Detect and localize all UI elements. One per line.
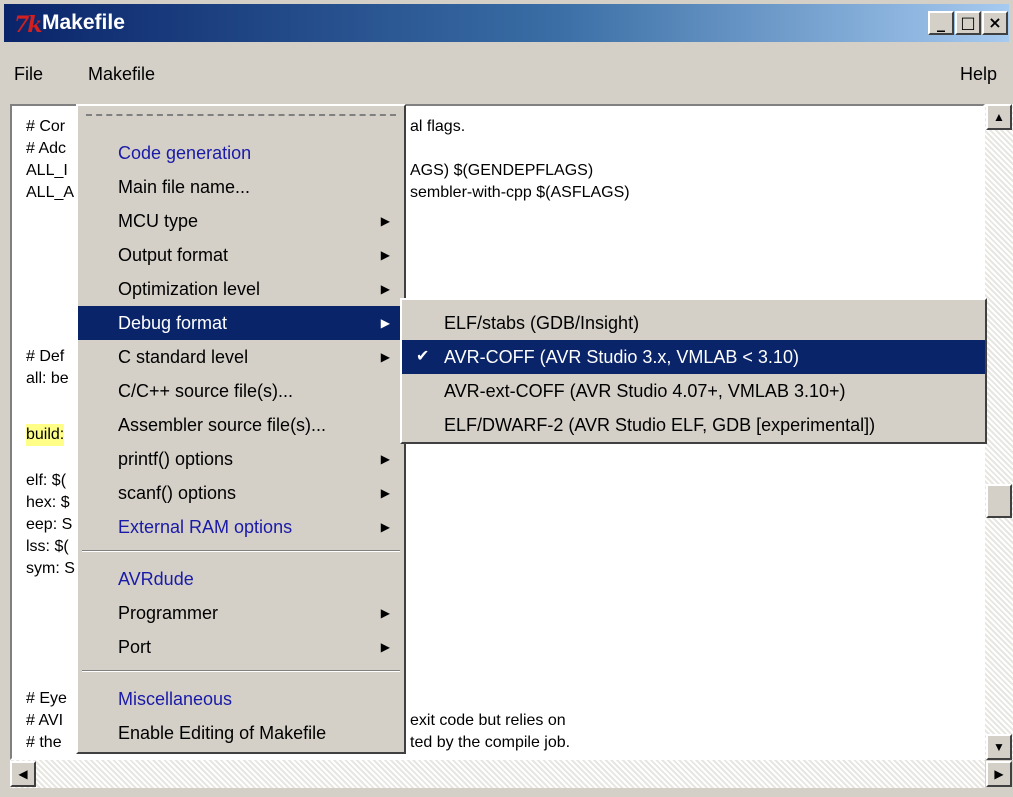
editor-line: sym: S xyxy=(26,560,75,577)
menu-item-port[interactable]: Port ▶ xyxy=(78,630,404,664)
menu-item-output-format[interactable]: Output format ▶ xyxy=(78,238,404,272)
editor-line-fragment: ted by the compile job. xyxy=(410,734,571,751)
editor-line: # Cor xyxy=(26,118,66,135)
close-icon: × xyxy=(988,13,1002,32)
menu-item-label: Port xyxy=(118,637,152,657)
editor-line: # Eye xyxy=(26,690,67,707)
menu-makefile[interactable]: Makefile xyxy=(88,64,155,85)
menu-item-external-ram-options[interactable]: External RAM options ▶ xyxy=(78,510,404,544)
triangle-right-icon: ▶ xyxy=(380,606,390,620)
tearoff-line[interactable] xyxy=(86,114,396,116)
triangle-right-icon: ▶ xyxy=(380,350,390,364)
submenu-item-avr-coff[interactable]: ✔ AVR-COFF (AVR Studio 3.x, VMLAB < 3.10) xyxy=(402,340,985,374)
triangle-right-icon: ▶ xyxy=(994,767,1004,781)
editor-line: ALL_A xyxy=(26,184,75,201)
editor-line: eep: S xyxy=(26,516,73,533)
triangle-right-icon: ▶ xyxy=(380,282,390,296)
editor-line: # Adc xyxy=(26,140,67,157)
menu-separator xyxy=(82,670,400,672)
triangle-right-icon: ▶ xyxy=(380,520,390,534)
menu-item-label: C standard level xyxy=(118,347,249,367)
menu-item-label: C/C++ source file(s)... xyxy=(118,381,294,401)
editor-line: build: xyxy=(26,424,65,446)
editor-line-fragment: al flags. xyxy=(410,118,466,135)
submenu-item-elf-dwarf2[interactable]: ELF/DWARF-2 (AVR Studio ELF, GDB [experi… xyxy=(402,408,985,442)
menu-item-optimization-level[interactable]: Optimization level ▶ xyxy=(78,272,404,306)
menu-item-label: Programmer xyxy=(118,603,219,623)
window-title: Makefile xyxy=(42,11,125,34)
menu-item-printf-options[interactable]: printf() options ▶ xyxy=(78,442,404,476)
triangle-left-icon: ◀ xyxy=(18,767,28,781)
minimize-icon: _ xyxy=(937,13,945,32)
submenu-item-label: AVR-ext-COFF (AVR Studio 4.07+, VMLAB 3.… xyxy=(444,381,846,401)
menu-item-label: Debug format xyxy=(118,313,228,333)
submenu-item-label: ELF/DWARF-2 (AVR Studio ELF, GDB [experi… xyxy=(444,415,876,435)
menu-item-programmer[interactable]: Programmer ▶ xyxy=(78,596,404,630)
triangle-up-icon: ▲ xyxy=(993,110,1005,124)
menu-item-main-file-name[interactable]: Main file name... xyxy=(78,170,404,204)
debug-format-submenu: ELF/stabs (GDB/Insight) ✔ AVR-COFF (AVR S… xyxy=(400,298,987,444)
editor-line: # Def xyxy=(26,348,65,365)
menu-header-code-generation: Code generation xyxy=(118,143,252,163)
editor-line: ALL_I xyxy=(26,162,68,179)
scroll-down-button[interactable]: ▼ xyxy=(986,734,1012,760)
menu-item-label: Main file name... xyxy=(118,177,251,197)
menu-header-avrdude: AVRdude xyxy=(118,569,194,589)
close-button[interactable]: × xyxy=(982,11,1008,35)
menu-item-label: Assembler source file(s)... xyxy=(118,415,327,435)
menu-item-label: MCU type xyxy=(118,211,199,231)
triangle-right-icon: ▶ xyxy=(380,316,390,330)
triangle-right-icon: ▶ xyxy=(380,452,390,466)
scroll-up-button[interactable]: ▲ xyxy=(986,104,1012,130)
menu-item-label: Optimization level xyxy=(118,279,261,299)
menu-bar: File Makefile Help xyxy=(4,46,1009,100)
menu-item-assembler-source-files[interactable]: Assembler source file(s)... xyxy=(78,408,404,442)
editor-line: lss: $( xyxy=(26,538,69,555)
menu-item-label: scanf() options xyxy=(118,483,237,503)
tk-feather-icon[interactable]: 7k xyxy=(14,12,43,38)
triangle-right-icon: ▶ xyxy=(380,640,390,654)
menu-header-miscellaneous: Miscellaneous xyxy=(118,689,233,709)
editor-line: hex: $ xyxy=(26,494,70,511)
menu-item-scanf-options[interactable]: scanf() options ▶ xyxy=(78,476,404,510)
vertical-scroll-thumb[interactable] xyxy=(986,484,1012,518)
submenu-item-avr-ext-coff[interactable]: AVR-ext-COFF (AVR Studio 4.07+, VMLAB 3.… xyxy=(402,374,985,408)
menu-item-label: printf() options xyxy=(118,449,234,469)
editor-line-fragment: AGS) $(GENDEPFLAGS) xyxy=(410,162,594,179)
checkmark-icon: ✔ xyxy=(416,348,430,365)
editor-line: # the xyxy=(26,734,62,751)
menu-help[interactable]: Help xyxy=(960,64,997,85)
menu-item-enable-editing[interactable]: Enable Editing of Makefile xyxy=(78,716,404,750)
editor-line-fragment: sembler-with-cpp $(ASFLAGS) xyxy=(410,184,630,201)
submenu-item-elf-stabs[interactable]: ELF/stabs (GDB/Insight) xyxy=(402,306,985,340)
editor-line-fragment: exit code but relies on xyxy=(410,712,566,729)
triangle-down-icon: ▼ xyxy=(993,740,1005,754)
scroll-right-button[interactable]: ▶ xyxy=(986,761,1012,787)
editor-line: all: be xyxy=(26,370,69,387)
menu-item-c-standard-level[interactable]: C standard level ▶ xyxy=(78,340,404,374)
horizontal-scrollbar[interactable]: ◀ xyxy=(10,760,985,788)
menu-item-mcu-type[interactable]: MCU type ▶ xyxy=(78,204,404,238)
menu-item-label: Enable Editing of Makefile xyxy=(118,723,327,743)
submenu-item-label: ELF/stabs (GDB/Insight) xyxy=(444,313,640,333)
menu-item-label: External RAM options xyxy=(118,517,293,537)
vertical-scrollbar[interactable]: ▲ ▼ xyxy=(985,104,1013,760)
menu-item-c-source-files[interactable]: C/C++ source file(s)... xyxy=(78,374,404,408)
editor-line: # AVI xyxy=(26,712,64,729)
menu-separator xyxy=(82,550,400,552)
makefile-menu: Code generation Main file name... MCU ty… xyxy=(76,104,406,754)
editor-line: elf: $( xyxy=(26,472,67,489)
menu-file[interactable]: File xyxy=(14,64,43,85)
triangle-right-icon: ▶ xyxy=(380,248,390,262)
title-bar: 7k Makefile _ □ × xyxy=(4,4,1009,42)
maximize-button[interactable]: □ xyxy=(955,11,981,35)
scroll-left-button[interactable]: ◀ xyxy=(10,761,36,787)
triangle-right-icon: ▶ xyxy=(380,214,390,228)
maximize-icon: □ xyxy=(960,13,976,32)
triangle-right-icon: ▶ xyxy=(380,486,390,500)
submenu-item-label: AVR-COFF (AVR Studio 3.x, VMLAB < 3.10) xyxy=(444,347,799,367)
minimize-button[interactable]: _ xyxy=(928,11,954,35)
menu-item-label: Output format xyxy=(118,245,229,265)
menu-item-debug-format[interactable]: Debug format ▶ xyxy=(78,306,404,340)
